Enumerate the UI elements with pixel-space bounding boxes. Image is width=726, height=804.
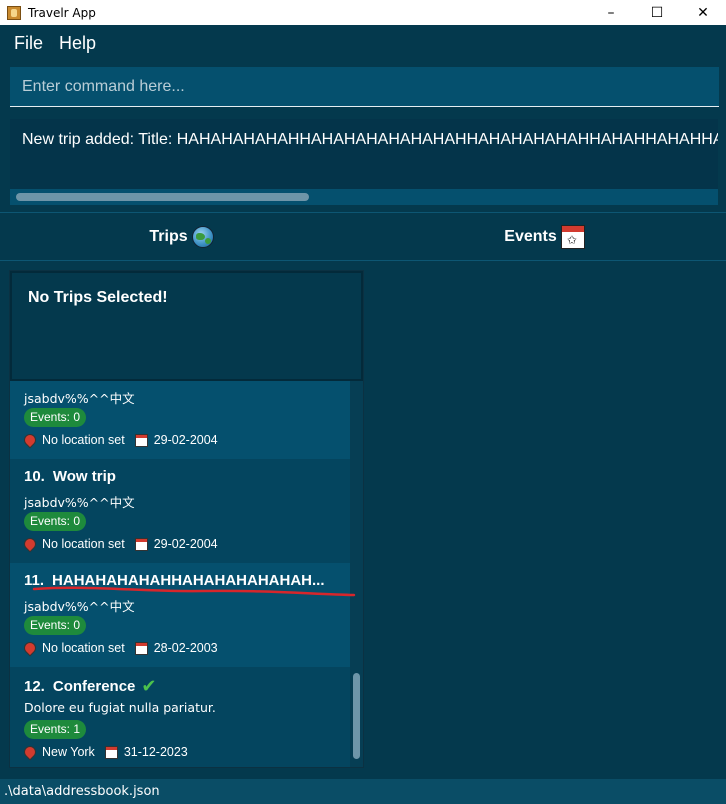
trip-description: jsabdv%%^^中文 <box>24 495 135 510</box>
title-bar: Travelr App – ☐ ✕ <box>0 0 726 25</box>
trip-number: 12. <box>24 678 45 695</box>
trip-meta: New York 31-12-2023 <box>21 743 188 761</box>
trip-title-text: HAHAHAHAHAHHAHAHAHAHAHAH... <box>52 572 325 589</box>
menu-bar: File Help <box>0 25 726 61</box>
calendar-icon <box>134 537 148 551</box>
calendar-icon <box>104 745 118 759</box>
status-bar: .\data\addressbook.json <box>0 779 726 804</box>
trip-location: No location set <box>42 537 125 551</box>
maximize-button[interactable]: ☐ <box>634 0 680 25</box>
calendar-icon <box>134 433 148 447</box>
trip-location: No location set <box>42 641 125 655</box>
tab-bar: Trips Events <box>0 213 726 260</box>
tab-events-label: Events <box>504 227 557 245</box>
trip-title-text: Wow trip <box>52 468 116 485</box>
trip-date: 31-12-2023 <box>123 745 188 759</box>
location-pin-icon <box>21 431 39 449</box>
tab-trips[interactable]: Trips <box>0 213 363 260</box>
app-icon <box>7 5 21 20</box>
trip-description: jsabdv%%^^中文 <box>24 599 135 614</box>
events-badge: Events: 0 <box>24 616 87 635</box>
menu-help[interactable]: Help <box>52 33 103 54</box>
divider <box>0 260 726 261</box>
result-scroll-thumb[interactable] <box>16 193 309 201</box>
calendar-icon <box>134 641 148 655</box>
trip-date: 29-02-2004 <box>153 433 218 447</box>
trip-card[interactable]: 12. Conference ✔ Dolore eu fugiat nulla … <box>10 667 350 767</box>
trip-description: jsabdv%%^^中文 <box>24 391 135 406</box>
events-badge: Events: 0 <box>24 512 87 531</box>
trip-date: 29-02-2004 <box>153 537 218 551</box>
result-horizontal-scrollbar[interactable] <box>10 189 718 205</box>
trips-panel: No Trips Selected! jsabdv%%^^中文 Events: … <box>9 270 364 768</box>
data-file-path: .\data\addressbook.json <box>4 784 160 799</box>
result-display: New trip added: Title: HAHAHAHAHAHHAHAHA… <box>10 119 718 205</box>
trip-location: No location set <box>42 433 125 447</box>
events-badge: Events: 0 <box>24 408 87 427</box>
trip-list-scroll-thumb[interactable] <box>353 673 360 759</box>
trip-date: 28-02-2003 <box>153 641 218 655</box>
trip-list-scrollbar[interactable] <box>350 381 363 767</box>
trip-title: 11. HAHAHAHAHAHHAHAHAHAHAHAH... <box>24 572 325 589</box>
no-trips-selected-text: No Trips Selected! <box>28 289 168 306</box>
close-button[interactable]: ✕ <box>680 0 726 25</box>
trip-meta: No location set 29-02-2004 <box>21 431 218 449</box>
location-pin-icon <box>21 535 39 553</box>
trip-meta: No location set 29-02-2004 <box>21 535 218 553</box>
trip-title: 12. Conference ✔ <box>24 676 156 697</box>
window-controls: – ☐ ✕ <box>588 0 726 25</box>
trip-card[interactable]: 11. HAHAHAHAHAHHAHAHAHAHAHAH... jsabdv%%… <box>10 563 350 667</box>
command-box <box>10 67 719 107</box>
selected-trip-box: No Trips Selected! <box>10 271 363 381</box>
window-title: Travelr App <box>28 5 96 20</box>
globe-icon <box>191 225 214 248</box>
calendar-icon <box>560 224 585 249</box>
trip-card[interactable]: jsabdv%%^^中文 Events: 0 No location set 2… <box>10 381 350 459</box>
trip-title: 10. Wow trip <box>24 468 116 485</box>
events-badge: Events: 1 <box>24 720 87 739</box>
result-text: New trip added: Title: HAHAHAHAHAHHAHAHA… <box>22 131 718 148</box>
tab-trips-label: Trips <box>149 227 188 245</box>
menu-file[interactable]: File <box>7 33 50 54</box>
minimize-button[interactable]: – <box>588 0 634 25</box>
trip-location: New York <box>42 745 95 759</box>
trip-meta: No location set 28-02-2003 <box>21 639 218 657</box>
tab-events[interactable]: Events <box>363 213 726 260</box>
checkmark-icon: ✔ <box>141 676 157 696</box>
trip-description: Dolore eu fugiat nulla pariatur. <box>24 700 216 715</box>
trip-title-text: Conference <box>52 678 136 695</box>
location-pin-icon <box>21 639 39 657</box>
trip-number: 11. <box>24 572 45 589</box>
trip-number: 10. <box>24 468 45 485</box>
trip-list[interactable]: jsabdv%%^^中文 Events: 0 No location set 2… <box>10 381 350 767</box>
location-pin-icon <box>21 743 39 761</box>
trip-card[interactable]: 10. Wow trip jsabdv%%^^中文 Events: 0 No l… <box>10 459 350 563</box>
command-input[interactable] <box>22 77 719 96</box>
